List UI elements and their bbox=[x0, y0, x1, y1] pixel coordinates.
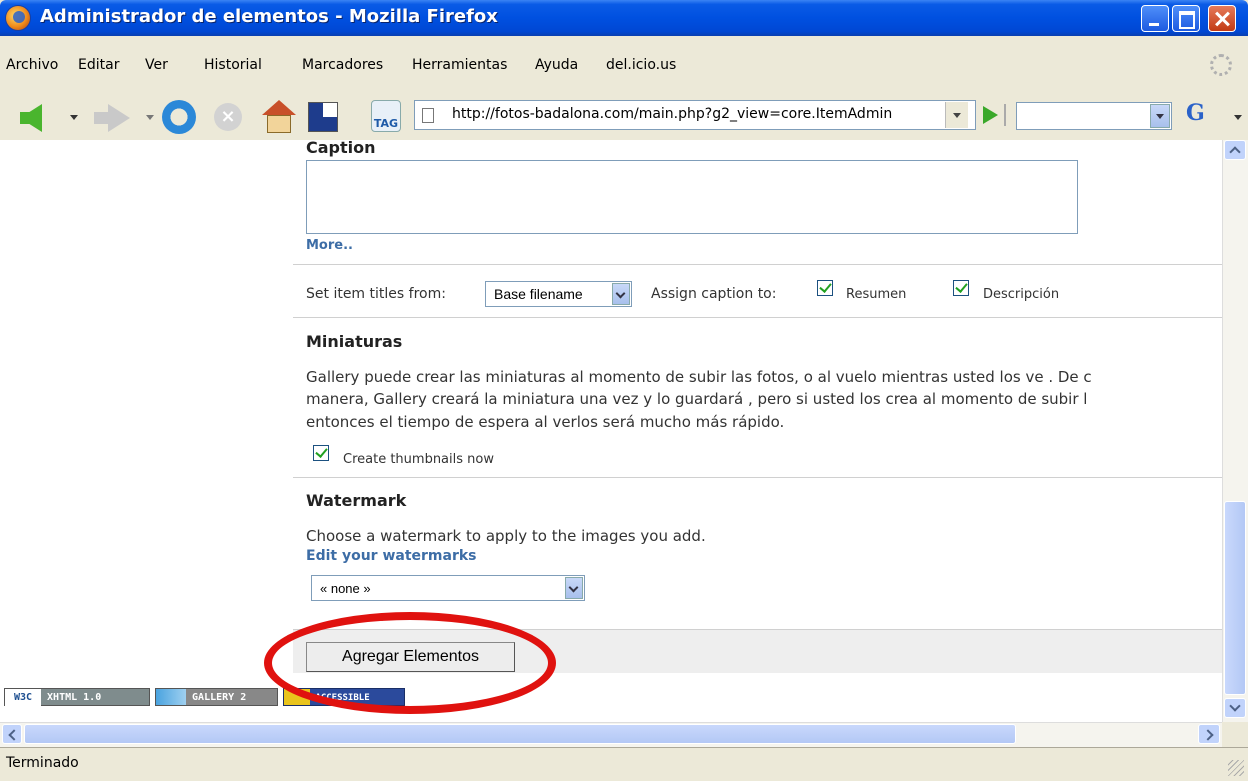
tag-icon[interactable]: TAG bbox=[371, 100, 401, 132]
titles-label: Set item titles from: bbox=[306, 286, 446, 302]
titles-select[interactable]: Base filename bbox=[485, 281, 632, 307]
home-icon[interactable] bbox=[262, 100, 296, 115]
toolbar-overflow-icon[interactable] bbox=[1234, 115, 1242, 120]
edit-watermarks-link[interactable]: Edit your watermarks bbox=[306, 548, 477, 564]
reload-icon[interactable] bbox=[162, 100, 196, 134]
menu-editar[interactable]: Editar bbox=[78, 57, 119, 73]
search-input[interactable] bbox=[1016, 102, 1172, 130]
chevron-down-icon[interactable] bbox=[612, 283, 630, 305]
divider bbox=[293, 317, 1222, 318]
toolbar-grip-icon[interactable] bbox=[1004, 104, 1006, 126]
search-dropdown-button[interactable] bbox=[1150, 104, 1170, 128]
window-title: Administrador de elementos - Mozilla Fir… bbox=[40, 6, 498, 27]
gallery-icon[interactable] bbox=[308, 102, 338, 132]
menu-historial[interactable]: Historial bbox=[204, 57, 262, 73]
create-thumbnails-checkbox[interactable] bbox=[313, 445, 329, 461]
menu-ayuda[interactable]: Ayuda bbox=[535, 57, 578, 73]
caption-heading: Caption bbox=[306, 140, 376, 157]
w3c-logo: W3C bbox=[5, 689, 41, 707]
vertical-scroll-thumb[interactable] bbox=[1224, 501, 1246, 695]
google-icon[interactable]: G bbox=[1186, 100, 1205, 126]
gallery2-badge[interactable]: GALLERY 2 bbox=[155, 688, 278, 706]
throbber-icon bbox=[1210, 54, 1232, 76]
url-dropdown-button[interactable] bbox=[945, 102, 968, 128]
xhtml-label: XHTML 1.0 bbox=[47, 692, 102, 703]
highlight-annotation-ellipse bbox=[264, 612, 556, 714]
go-icon[interactable] bbox=[983, 106, 998, 124]
more-link[interactable]: More.. bbox=[306, 238, 353, 253]
back-history-dropdown[interactable] bbox=[70, 115, 78, 120]
horizontal-scroll-thumb[interactable] bbox=[24, 724, 1016, 744]
watermark-select-value: « none » bbox=[320, 581, 371, 596]
resumen-label: Resumen bbox=[846, 287, 907, 302]
url-input[interactable]: http://fotos-badalona.com/main.php?g2_vi… bbox=[452, 106, 944, 122]
menu-marcadores[interactable]: Marcadores bbox=[302, 57, 383, 73]
gallery2-logo-icon bbox=[156, 689, 186, 705]
stop-icon[interactable]: × bbox=[214, 103, 242, 131]
chevron-down-icon[interactable] bbox=[565, 577, 583, 599]
descripcion-checkbox[interactable] bbox=[953, 280, 969, 296]
watermark-select[interactable]: « none » bbox=[311, 575, 585, 601]
titles-select-value: Base filename bbox=[494, 286, 583, 302]
descripcion-label: Descripción bbox=[983, 287, 1060, 302]
page-content: Caption More.. Set item titles from: Bas… bbox=[0, 140, 1222, 722]
divider bbox=[293, 264, 1222, 265]
firefox-logo-icon bbox=[6, 6, 30, 30]
status-text: Terminado bbox=[6, 755, 79, 771]
caption-textarea[interactable] bbox=[306, 160, 1078, 234]
maximize-button[interactable] bbox=[1172, 5, 1200, 32]
forward-icon[interactable] bbox=[94, 104, 130, 132]
scroll-down-button[interactable] bbox=[1224, 698, 1246, 718]
thumbnails-heading: Miniaturas bbox=[306, 332, 403, 351]
resumen-checkbox[interactable] bbox=[817, 280, 833, 296]
close-button[interactable] bbox=[1208, 5, 1236, 32]
create-thumbnails-label: Create thumbnails now bbox=[343, 452, 494, 467]
back-icon[interactable] bbox=[20, 104, 42, 132]
watermark-heading: Watermark bbox=[306, 491, 407, 510]
watermark-description: Choose a watermark to apply to the image… bbox=[306, 527, 706, 545]
home-icon-body[interactable] bbox=[267, 115, 291, 133]
resize-grip-icon[interactable] bbox=[1228, 760, 1244, 776]
minimize-button[interactable] bbox=[1141, 5, 1169, 32]
gallery2-label: GALLERY 2 bbox=[192, 692, 247, 703]
forward-history-dropdown[interactable] bbox=[146, 115, 154, 120]
thumbnails-text-line: manera, Gallery creará la miniatura una … bbox=[306, 390, 1088, 408]
menu-delicious[interactable]: del.icio.us bbox=[606, 57, 676, 73]
menu-ver[interactable]: Ver bbox=[145, 57, 168, 73]
divider bbox=[293, 477, 1222, 478]
menu-archivo[interactable]: Archivo bbox=[6, 57, 58, 73]
page-icon bbox=[422, 108, 434, 123]
w3c-xhtml-badge[interactable]: W3C XHTML 1.0 bbox=[4, 688, 150, 707]
menu-herramientas[interactable]: Herramientas bbox=[412, 57, 507, 73]
scroll-up-button[interactable] bbox=[1224, 140, 1246, 160]
assign-label: Assign caption to: bbox=[651, 286, 777, 302]
scroll-right-button[interactable] bbox=[1198, 724, 1220, 744]
scroll-left-button[interactable] bbox=[2, 724, 22, 744]
thumbnails-text-line: entonces el tiempo de espera al verlos s… bbox=[306, 413, 785, 431]
thumbnails-text-line: Gallery puede crear las miniaturas al mo… bbox=[306, 368, 1092, 386]
status-bar bbox=[0, 747, 1248, 781]
